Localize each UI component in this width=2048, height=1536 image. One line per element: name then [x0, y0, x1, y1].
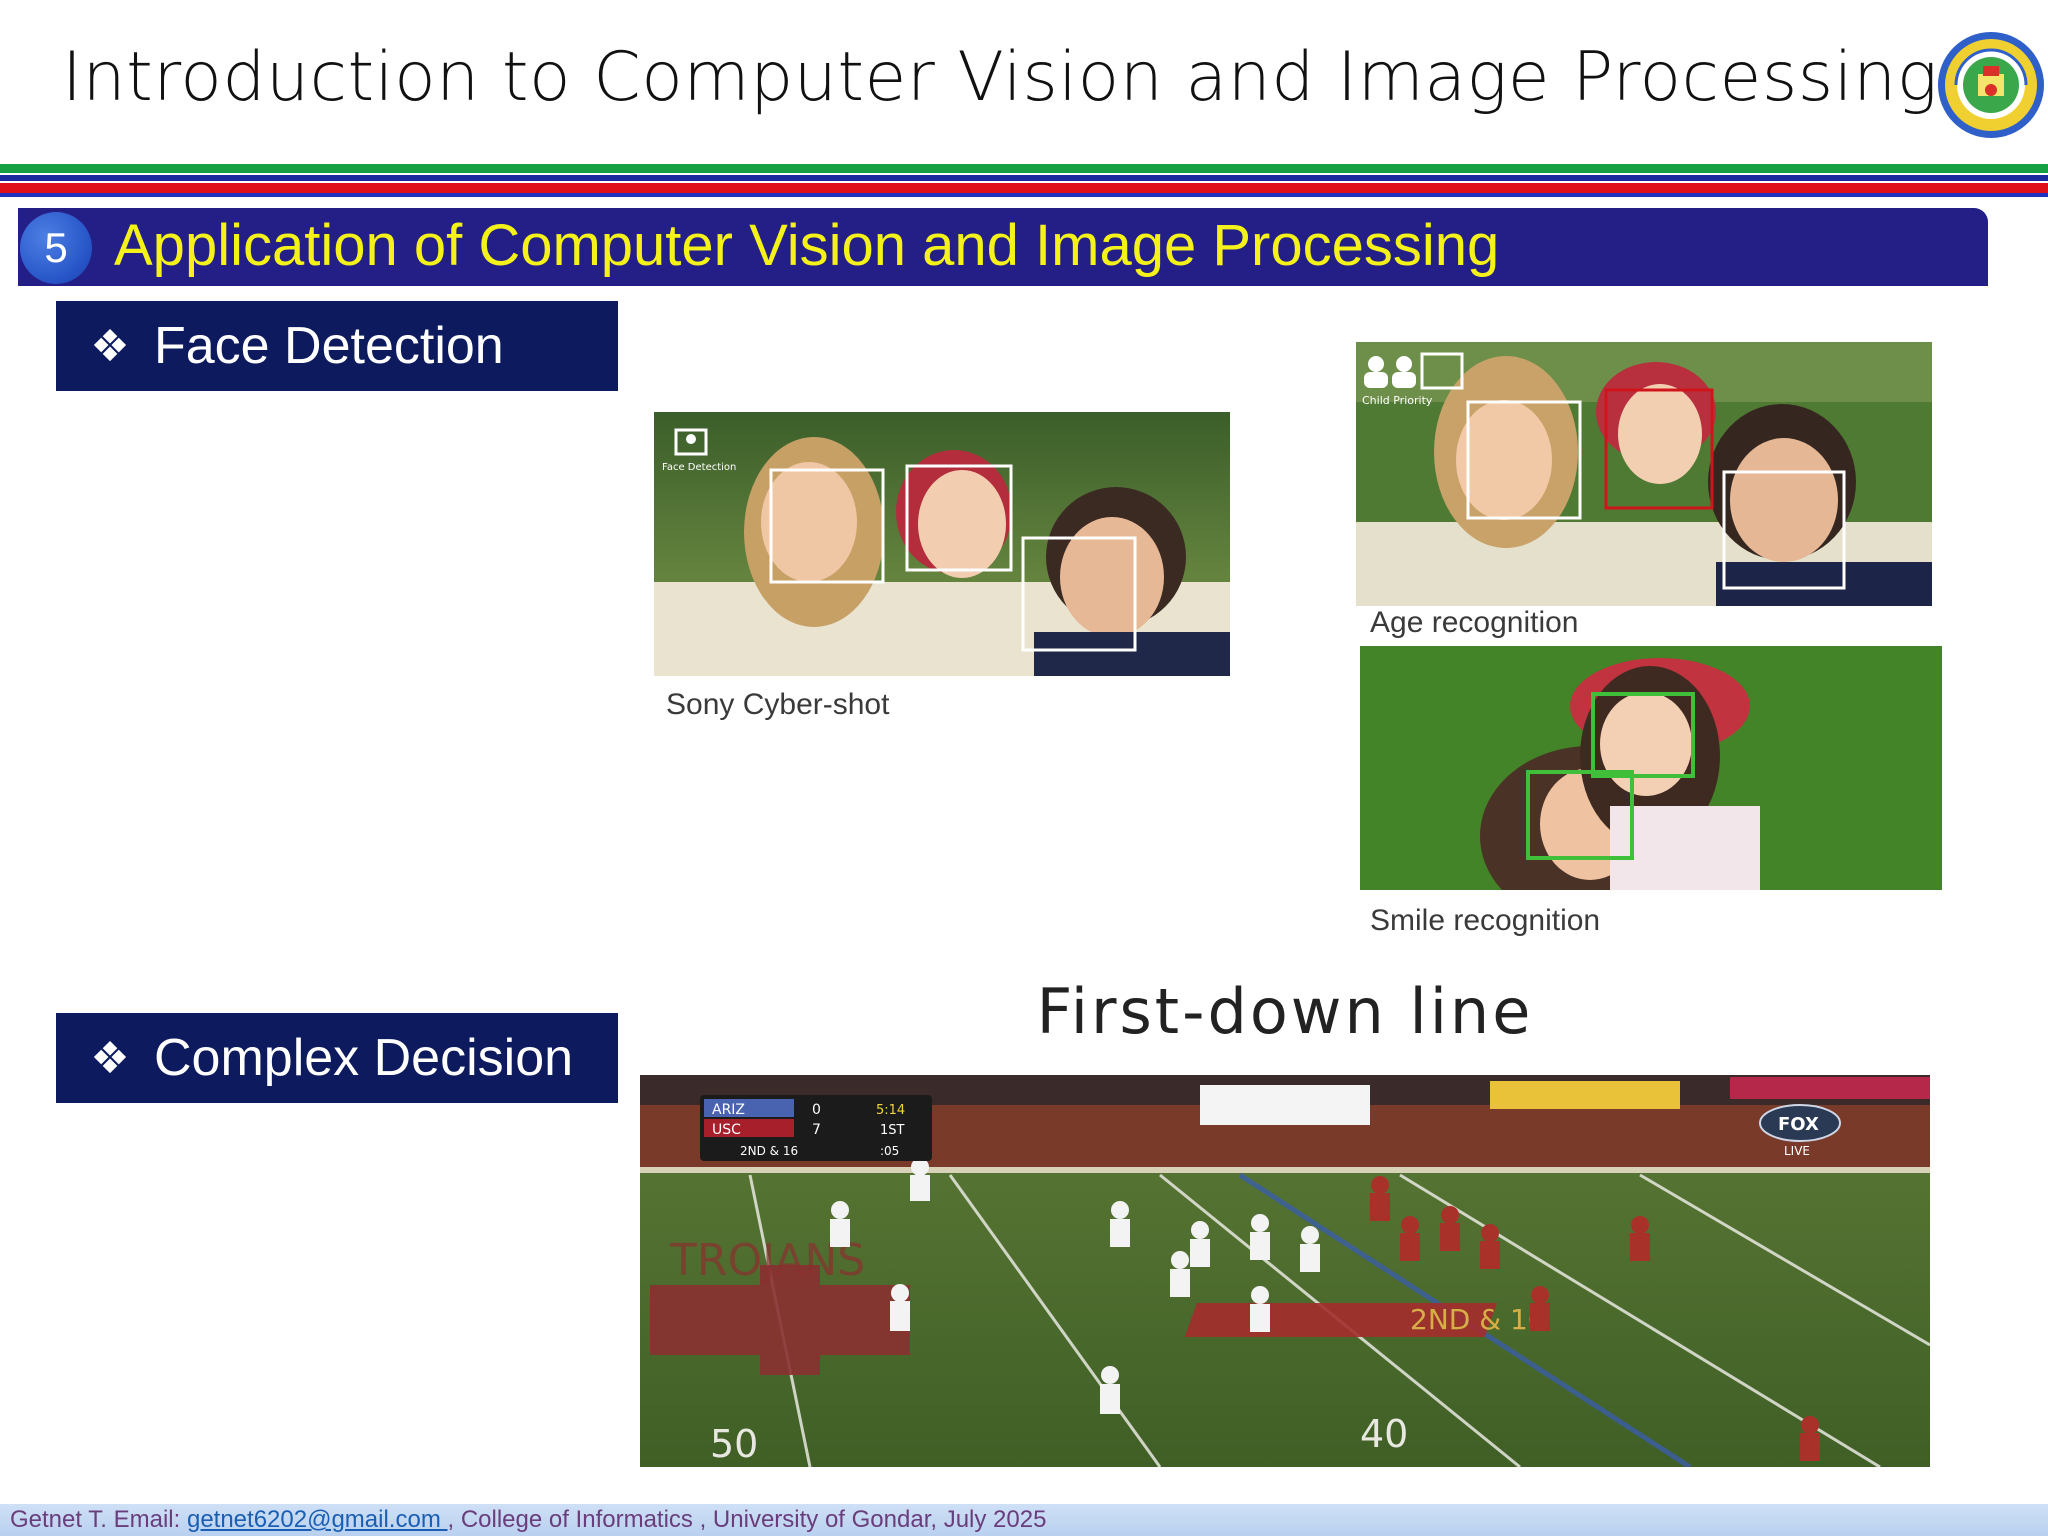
field-down-marker: 2ND & 16 [1410, 1303, 1546, 1336]
header-stripe-red [0, 183, 2048, 193]
footer-text: Getnet T. Email: getnet6202@gmail.com , … [10, 1506, 1046, 1534]
header-stripe-blue [0, 175, 2048, 181]
diamond-bullet-icon: ❖ [90, 321, 130, 371]
smile-recognition-photo [1360, 646, 1942, 890]
topic-face-detection: ❖ Face Detection [56, 301, 618, 391]
svg-text:ARIZ: ARIZ [712, 1102, 745, 1118]
footer-email-link[interactable]: getnet6202@gmail.com [187, 1506, 448, 1533]
yard-number-50: 50 [710, 1422, 758, 1466]
svg-text:5:14: 5:14 [876, 1103, 905, 1118]
overlay-label: Child Priority [1362, 394, 1433, 407]
first-down-heading: First-down line [1036, 975, 1534, 1048]
age-recognition-photo: Child Priority [1356, 342, 1932, 606]
section-number-badge: 5 [20, 212, 92, 284]
topic-label: Face Detection [154, 317, 504, 375]
face-detection-photo: Face Detection [654, 412, 1230, 676]
page-title: Introduction to Computer Vision and Imag… [61, 38, 1938, 117]
svg-text:2ND & 16: 2ND & 16 [740, 1144, 798, 1158]
header-stripe-blue-2 [0, 193, 2048, 197]
svg-text:LIVE: LIVE [1784, 1144, 1810, 1158]
university-logo [1936, 30, 2046, 140]
svg-text:0: 0 [812, 1102, 821, 1118]
svg-text:USC: USC [712, 1122, 741, 1138]
footer-affiliation: , College of Informatics , University of… [447, 1506, 1047, 1533]
svg-text:FOX: FOX [1778, 1114, 1819, 1135]
svg-text::05: :05 [880, 1144, 899, 1158]
svg-text:1ST: 1ST [880, 1123, 905, 1138]
football-broadcast-photo: TROJANS 2ND & 16 50 40 ARIZ 0 5:14 USC 7… [640, 1075, 1930, 1467]
header-stripe-green [0, 164, 2048, 173]
overlay-label: Face Detection [662, 462, 736, 473]
topic-complex-decision: ❖ Complex Decision [56, 1013, 618, 1103]
yard-number-40: 40 [1360, 1412, 1408, 1456]
photo-caption: Age recognition [1370, 606, 1579, 639]
footer-author: Getnet T. Email: [10, 1506, 187, 1533]
scoreboard: ARIZ 0 5:14 USC 7 1ST 2ND & 16 :05 [700, 1095, 932, 1161]
photo-caption: Sony Cyber-shot [666, 688, 890, 721]
svg-text:7: 7 [812, 1122, 821, 1138]
section-title: Application of Computer Vision and Image… [114, 213, 1500, 278]
diamond-bullet-icon: ❖ [90, 1033, 130, 1083]
photo-caption: Smile recognition [1370, 904, 1601, 937]
topic-label: Complex Decision [154, 1029, 574, 1087]
